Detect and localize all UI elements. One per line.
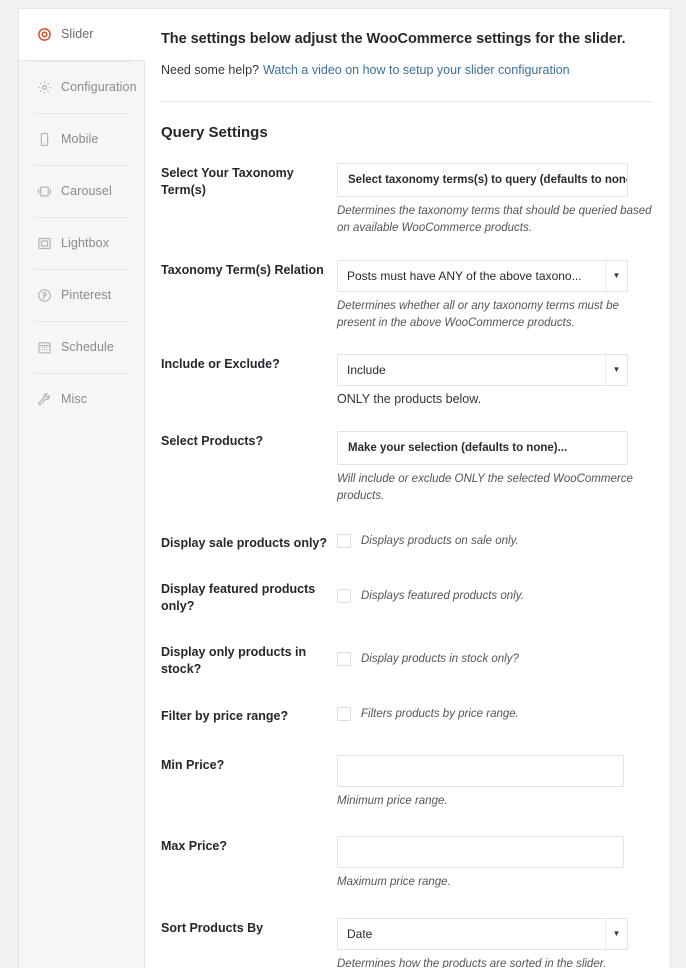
field-row-include-exclude: Include or Exclude? Include ▼ ONLY the p… bbox=[161, 354, 652, 409]
settings-main-content: The settings below adjust the WooCommerc… bbox=[145, 9, 670, 968]
field-description: Determines how the products are sorted i… bbox=[337, 958, 607, 968]
field-label: Min Price? bbox=[161, 757, 225, 772]
chevron-down-icon[interactable]: ▼ bbox=[605, 355, 627, 385]
field-row-filter-price: Filter by price range? Filters products … bbox=[161, 706, 652, 725]
taxonomy-terms-placeholder: Select taxonomy terms(s) to query (defau… bbox=[348, 174, 628, 186]
field-label: Max Price? bbox=[161, 838, 228, 853]
field-label: Display only products in stock? bbox=[161, 644, 307, 676]
field-row-taxonomy-terms: Select Your Taxonomy Term(s) Select taxo… bbox=[161, 163, 652, 238]
sidebar-item-misc[interactable]: Misc bbox=[19, 373, 144, 425]
wrench-icon bbox=[37, 392, 52, 407]
field-label: Display sale products only? bbox=[161, 536, 328, 551]
sidebar-item-label: Slider bbox=[61, 27, 94, 42]
carousel-icon bbox=[37, 184, 52, 199]
field-description: Maximum price range. bbox=[337, 875, 451, 888]
min-price-input[interactable] bbox=[337, 754, 624, 787]
chevron-down-icon[interactable]: ▼ bbox=[605, 260, 627, 291]
select-products-placeholder: Make your selection (defaults to none)..… bbox=[348, 441, 568, 454]
sidebar-item-carousel[interactable]: Carousel bbox=[19, 165, 144, 217]
max-price-input[interactable] bbox=[337, 835, 624, 868]
taxonomy-relation-value: Posts must have ANY of the above taxono.… bbox=[347, 268, 582, 283]
field-description: ONLY the products below. bbox=[337, 392, 482, 406]
field-label: Display featured products only? bbox=[161, 582, 316, 613]
field-description: Displays products on sale only. bbox=[361, 535, 519, 548]
page-title: The settings below adjust the WooCommerc… bbox=[161, 31, 626, 47]
field-description: Determines whether all or any taxonomy t… bbox=[337, 299, 619, 329]
field-label: Select Your Taxonomy Term(s) bbox=[161, 166, 294, 197]
field-row-min-price: Min Price? Minimum price range. bbox=[161, 754, 652, 810]
pinterest-icon bbox=[37, 288, 52, 303]
field-row-featured-only: Display featured products only? Displays… bbox=[161, 579, 652, 615]
taxonomy-terms-select[interactable]: Select taxonomy terms(s) to query (defau… bbox=[337, 163, 628, 197]
field-row-in-stock-only: Display only products in stock? Display … bbox=[161, 642, 652, 678]
sidebar-item-label: Pinterest bbox=[61, 287, 112, 302]
field-label: Select Products? bbox=[161, 433, 264, 448]
sidebar-item-pinterest[interactable]: Pinterest bbox=[19, 269, 144, 321]
field-description: Filters products by price range. bbox=[361, 707, 519, 720]
field-row-sale-only: Display sale products only? Displays pro… bbox=[161, 533, 652, 552]
field-label: Sort Products By bbox=[161, 921, 264, 935]
settings-panel: Slider Configuration Mobile Carousel Lig… bbox=[18, 8, 671, 968]
sidebar-item-label: Misc bbox=[61, 391, 88, 406]
sidebar-item-slider[interactable]: Slider bbox=[19, 9, 145, 61]
field-description: Determines the taxonomy terms that shoul… bbox=[337, 205, 652, 235]
sidebar-item-schedule[interactable]: Schedule bbox=[19, 321, 144, 373]
section-heading-query-settings: Query Settings bbox=[161, 124, 268, 141]
lifebuoy-icon bbox=[37, 27, 52, 42]
include-exclude-select[interactable]: Include ▼ bbox=[337, 354, 628, 386]
help-video-link[interactable]: Watch a video on how to setup your slide… bbox=[263, 63, 570, 77]
mobile-phone-icon bbox=[37, 132, 52, 147]
field-label: Include or Exclude? bbox=[161, 357, 280, 371]
sidebar-item-label: Schedule bbox=[61, 339, 114, 354]
gear-icon bbox=[37, 80, 52, 95]
field-label: Taxonomy Term(s) Relation bbox=[161, 262, 324, 277]
help-line: Need some help? Watch a video on how to s… bbox=[161, 63, 652, 77]
field-row-select-products: Select Products? Make your selection (de… bbox=[161, 430, 652, 506]
calendar-icon bbox=[37, 340, 52, 355]
chevron-down-icon[interactable]: ▼ bbox=[605, 919, 627, 949]
sale-only-checkbox[interactable] bbox=[337, 534, 351, 549]
field-row-sort-by: Sort Products By Date ▼ Determines how t… bbox=[161, 918, 652, 968]
featured-only-checkbox[interactable] bbox=[337, 589, 351, 604]
field-description: Displays featured products only. bbox=[361, 590, 524, 603]
field-label: Filter by price range? bbox=[161, 708, 289, 723]
sidebar-item-lightbox[interactable]: Lightbox bbox=[19, 217, 144, 269]
filter-price-checkbox[interactable] bbox=[337, 706, 351, 721]
field-description: Will include or exclude ONLY the selecte… bbox=[337, 472, 633, 502]
section-divider bbox=[161, 101, 652, 102]
field-row-max-price: Max Price? Maximum price range. bbox=[161, 835, 652, 891]
field-row-taxonomy-relation: Taxonomy Term(s) Relation Posts must hav… bbox=[161, 259, 652, 333]
help-prefix-text: Need some help? bbox=[161, 63, 259, 77]
sidebar-item-label: Carousel bbox=[61, 183, 112, 198]
taxonomy-relation-select[interactable]: Posts must have ANY of the above taxono.… bbox=[337, 259, 628, 292]
field-description: Minimum price range. bbox=[337, 794, 448, 807]
field-description: Display products in stock only? bbox=[361, 652, 519, 665]
sidebar-item-label: Lightbox bbox=[61, 235, 110, 250]
sort-products-by-value: Date bbox=[347, 927, 373, 941]
sidebar-item-label: Mobile bbox=[61, 131, 99, 146]
select-products-select[interactable]: Make your selection (defaults to none)..… bbox=[337, 430, 628, 465]
lightbox-icon bbox=[37, 236, 52, 251]
sort-products-by-select[interactable]: Date ▼ bbox=[337, 918, 628, 950]
sidebar-item-mobile[interactable]: Mobile bbox=[19, 113, 144, 165]
include-exclude-value: Include bbox=[347, 363, 386, 377]
sidebar-item-configuration[interactable]: Configuration bbox=[19, 61, 144, 113]
in-stock-only-checkbox[interactable] bbox=[337, 651, 351, 666]
settings-sidebar: Slider Configuration Mobile Carousel Lig… bbox=[19, 9, 145, 968]
sidebar-item-label: Configuration bbox=[61, 79, 137, 94]
